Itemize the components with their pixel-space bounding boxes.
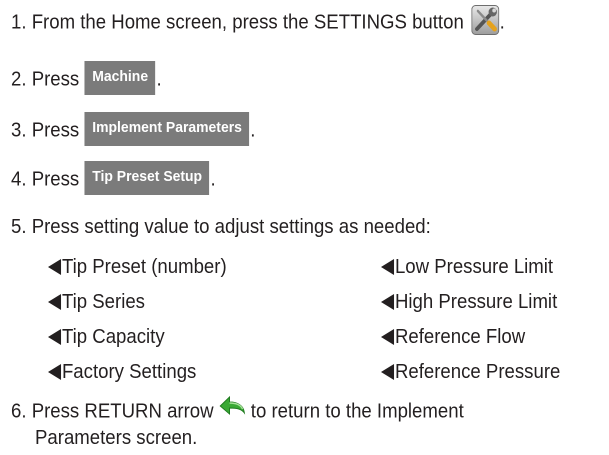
step-6-continued: Parameters screen. xyxy=(35,426,197,450)
step-end: . xyxy=(156,68,162,91)
return-arrow-icon xyxy=(217,395,247,425)
setting-label: Reference Pressure xyxy=(394,361,561,383)
tip-preset-setup-button[interactable]: Tip Preset Setup xyxy=(84,161,210,195)
setting-item: Tip Capacity xyxy=(48,325,165,349)
step-number: 1. xyxy=(11,11,27,34)
step-text: Press xyxy=(31,168,80,191)
setting-item: Factory Settings xyxy=(48,360,196,384)
step-6: 6. Press RETURN arrow to return to the I… xyxy=(11,395,464,427)
implement-parameters-button[interactable]: Implement Parameters xyxy=(84,112,250,146)
step-text: Parameters screen. xyxy=(35,427,198,449)
step-text: From the Home screen, press the SETTINGS… xyxy=(31,11,464,34)
step-text: to return to the Implement xyxy=(250,400,464,423)
step-2: 2. Press Machine. xyxy=(11,61,162,97)
pointer-triangle-icon xyxy=(48,259,62,275)
step-4: 4. Press Tip Preset Setup. xyxy=(11,161,216,197)
pointer-triangle-icon xyxy=(48,294,62,310)
setting-label: High Pressure Limit xyxy=(394,291,558,313)
setting-item: Tip Preset (number) xyxy=(48,255,227,279)
setting-item: Reference Flow xyxy=(381,325,525,349)
step-number: 6. xyxy=(11,400,27,423)
step-number: 2. xyxy=(11,68,27,91)
step-3: 3. Press Implement Parameters. xyxy=(11,112,256,148)
setting-item: Tip Series xyxy=(48,290,145,314)
setting-label: Low Pressure Limit xyxy=(394,256,554,278)
pointer-triangle-icon xyxy=(381,364,395,380)
step-number: 5. xyxy=(11,216,27,238)
step-text: Press xyxy=(31,119,80,142)
step-end: . xyxy=(499,11,505,34)
step-1: 1. From the Home screen, press the SETTI… xyxy=(11,5,505,38)
machine-button[interactable]: Machine xyxy=(84,61,156,95)
step-end: . xyxy=(210,168,216,191)
step-text: Press setting value to adjust settings a… xyxy=(31,216,431,238)
setting-label: Reference Flow xyxy=(394,326,526,348)
step-5: 5. Press setting value to adjust setting… xyxy=(11,215,431,239)
setting-label: Tip Preset (number) xyxy=(61,256,227,278)
step-text: Press RETURN arrow xyxy=(31,400,214,423)
instruction-page: 1. From the Home screen, press the SETTI… xyxy=(0,0,609,455)
setting-item: Low Pressure Limit xyxy=(381,255,553,279)
step-number: 3. xyxy=(11,119,27,142)
setting-label: Factory Settings xyxy=(61,361,197,383)
setting-label: Tip Capacity xyxy=(61,326,165,348)
setting-item: High Pressure Limit xyxy=(381,290,557,314)
step-text: Press xyxy=(31,68,80,91)
pointer-triangle-icon xyxy=(48,364,62,380)
step-number: 4. xyxy=(11,168,27,191)
settings-wrench-screwdriver-icon xyxy=(471,5,500,35)
pointer-triangle-icon xyxy=(48,329,62,345)
pointer-triangle-icon xyxy=(381,294,395,310)
pointer-triangle-icon xyxy=(381,259,395,275)
setting-item: Reference Pressure xyxy=(381,360,560,384)
step-end: . xyxy=(250,119,256,142)
setting-label: Tip Series xyxy=(61,291,145,313)
pointer-triangle-icon xyxy=(381,329,395,345)
